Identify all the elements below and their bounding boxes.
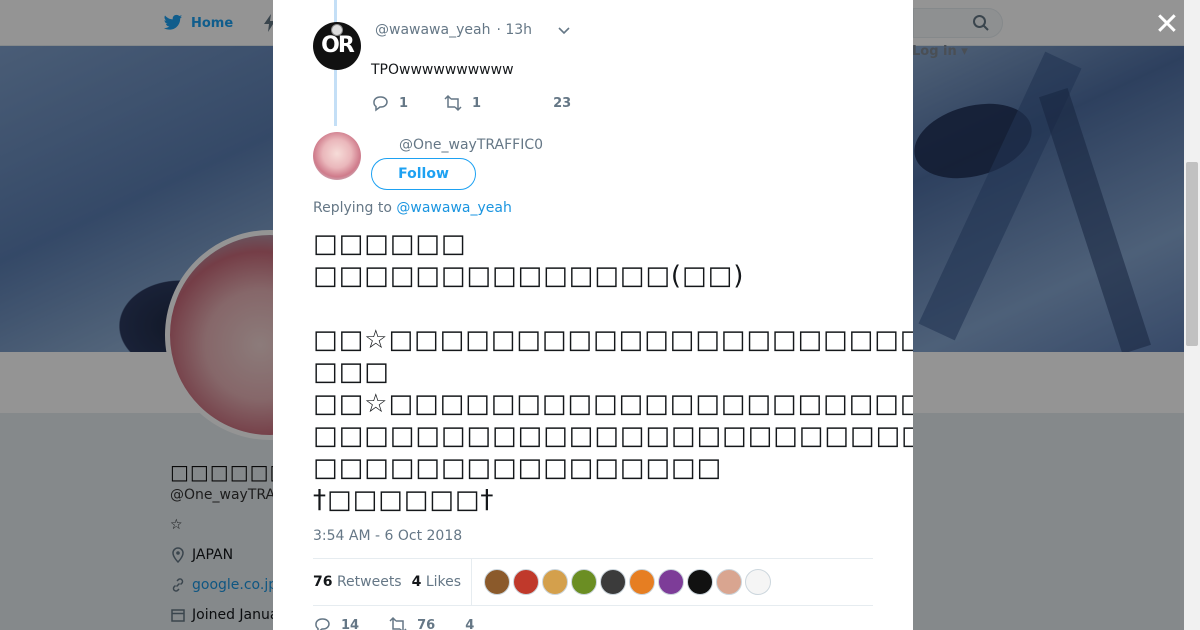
reply-button[interactable]: 14 — [313, 616, 359, 630]
parent-tweet-header: @wawawa_yeah · 13h — [375, 22, 570, 38]
scrollbar-thumb[interactable] — [1186, 162, 1198, 346]
follow-button[interactable]: Follow — [371, 158, 476, 190]
retweet-button[interactable]: 76 — [389, 616, 435, 630]
retweet-icon — [444, 94, 462, 112]
liker-avatars — [484, 569, 772, 595]
liker-avatar[interactable] — [571, 569, 598, 595]
login-label: Log in — [912, 44, 957, 59]
tweet-text: □□□□□□ □□□□□□□□□□□□□□(□□) □□☆□□□□□□□□□□□… — [313, 229, 913, 515]
reply-icon — [315, 618, 330, 630]
login-link[interactable]: Log in ▾ — [912, 44, 968, 59]
author-handle[interactable]: @One_wayTRAFFIC0 — [399, 137, 543, 153]
parent-tweet-actions: 1 1 23 — [371, 94, 607, 112]
likes-stat[interactable]: 4 Likes — [412, 574, 461, 590]
parent-tweet-handle[interactable]: @wawawa_yeah — [375, 22, 490, 38]
like-count: 23 — [553, 95, 572, 111]
tweet-actions: 14 76 4 — [313, 616, 504, 630]
chevron-down-icon[interactable] — [558, 24, 570, 36]
retweet-count: 76 — [417, 617, 436, 630]
like-count: 4 — [465, 617, 475, 630]
liker-avatar[interactable] — [513, 569, 540, 595]
tweet-timestamp[interactable]: 3:54 AM - 6 Oct 2018 — [313, 528, 462, 544]
retweet-icon — [389, 616, 407, 630]
reply-button[interactable]: 1 — [371, 94, 408, 112]
like-total: 4 — [411, 574, 422, 590]
liker-avatar[interactable] — [687, 569, 714, 595]
parent-tweet-text: TPOwwwwwwwwww — [371, 62, 514, 78]
liker-avatar[interactable] — [542, 569, 569, 595]
liker-avatar[interactable] — [658, 569, 685, 595]
parent-tweet-time[interactable]: · 13h — [496, 22, 532, 38]
reply-icon — [373, 96, 388, 112]
replying-to: Replying to @wawawa_yeah — [313, 200, 512, 216]
likes-label: Likes — [425, 574, 462, 590]
retweet-total: 76 — [313, 574, 333, 590]
retweet-button[interactable]: 1 — [444, 94, 481, 112]
stats-divider — [471, 558, 473, 606]
tweet-stats: 76 Retweets 4 Likes — [313, 558, 873, 606]
liker-avatar[interactable] — [600, 569, 627, 595]
reply-count: 14 — [341, 617, 360, 630]
like-button[interactable]: 23 — [553, 96, 571, 111]
liker-avatar[interactable] — [629, 569, 656, 595]
reply-count: 1 — [399, 95, 409, 111]
liker-avatar[interactable] — [484, 569, 511, 595]
close-icon[interactable]: ✕ — [1154, 10, 1180, 40]
tweet-modal: OR @wawawa_yeah · 13h TPOwwwwwwwwww 1 1 … — [273, 0, 913, 630]
retweets-stat[interactable]: 76 Retweets — [313, 574, 402, 590]
liker-avatar[interactable] — [716, 569, 743, 595]
replying-to-link[interactable]: @wawawa_yeah — [396, 200, 511, 216]
retweet-count: 1 — [472, 95, 482, 111]
retweets-label: Retweets — [336, 574, 402, 590]
replying-prefix: Replying to — [313, 200, 392, 216]
parent-tweet-avatar[interactable]: OR — [313, 22, 361, 70]
liker-avatar[interactable] — [745, 569, 772, 595]
like-button[interactable]: 4 — [465, 616, 474, 630]
author-avatar[interactable] — [313, 132, 361, 180]
